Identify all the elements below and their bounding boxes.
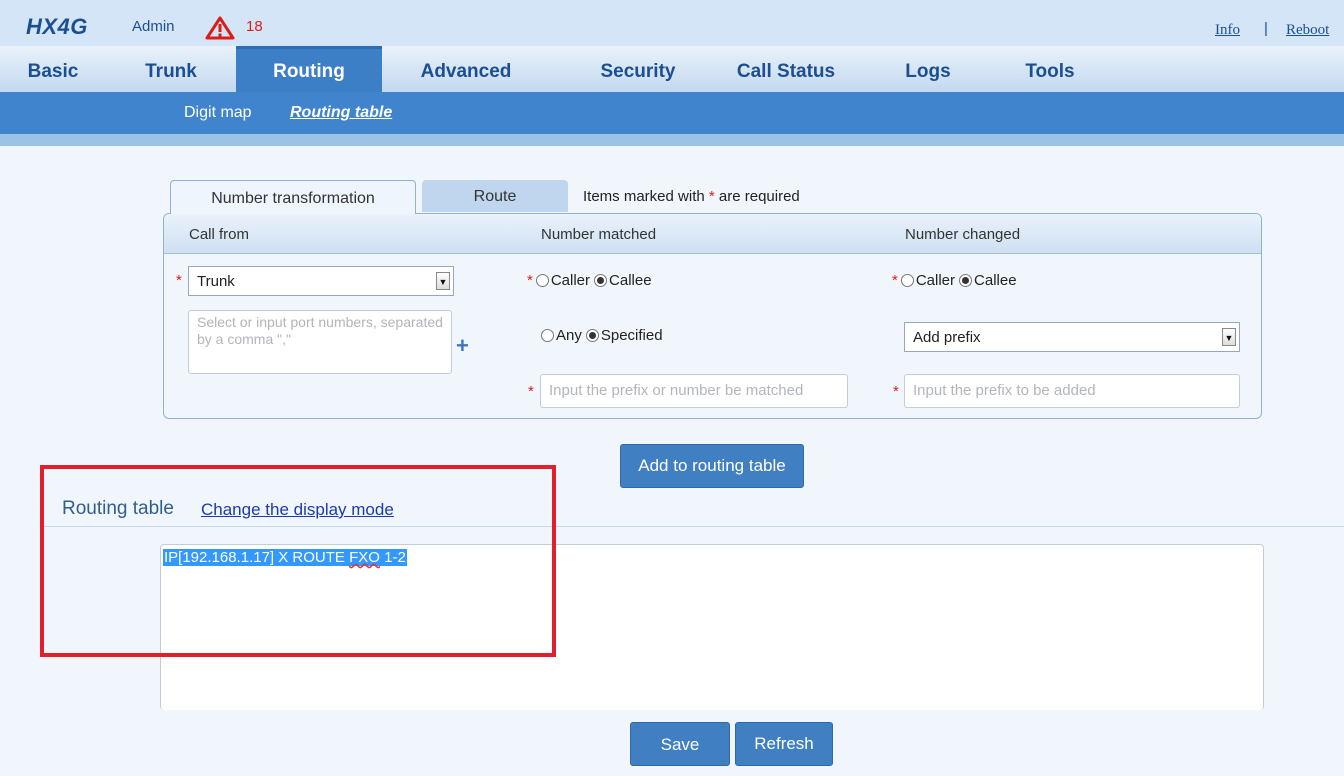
sub-nav: Digit map Routing table xyxy=(0,92,1344,134)
number-changed-value: Add prefix xyxy=(913,329,981,346)
routing-entry-suffix: 1-2 xyxy=(379,549,406,566)
alert-count-badge[interactable]: 18 xyxy=(246,18,263,35)
required-note: Items marked with * are required xyxy=(583,188,800,205)
matched-any-label: Any xyxy=(556,327,582,344)
panel-header: Call from Number matched Number changed xyxy=(164,214,1261,254)
tab-number-transformation[interactable]: Number transformation xyxy=(170,180,416,214)
subnav-routing-table[interactable]: Routing table xyxy=(290,104,392,122)
tab-advanced[interactable]: Advanced xyxy=(394,46,538,92)
chevron-down-icon[interactable]: ▼ xyxy=(1222,328,1236,346)
routing-table-textarea[interactable]: IP[192.168.1.17] X ROUTE FXO 1-2 xyxy=(160,544,1264,710)
routing-entry-prefix: IP[192.168.1.17] X ROUTE xyxy=(164,549,350,566)
tab-call-status[interactable]: Call Status xyxy=(720,46,852,92)
matched-prefix-input[interactable]: Input the prefix or number be matched xyxy=(540,374,848,408)
matched-specified-radio[interactable] xyxy=(585,329,599,342)
user-name: Admin xyxy=(132,18,175,35)
tab-security[interactable]: Security xyxy=(556,46,720,92)
tab-route[interactable]: Route xyxy=(422,180,568,212)
required-marker: * xyxy=(527,272,533,289)
changed-prefix-input[interactable]: Input the prefix to be added xyxy=(904,374,1240,408)
section-divider xyxy=(40,526,1344,527)
required-marker: * xyxy=(176,272,182,289)
changed-callee-radio[interactable] xyxy=(959,274,973,287)
tab-logs[interactable]: Logs xyxy=(872,46,984,92)
required-marker: * xyxy=(892,272,898,289)
refresh-button[interactable]: Refresh xyxy=(735,722,833,766)
number-changed-select[interactable]: Add prefix ▼ xyxy=(904,322,1240,352)
subnav-divider xyxy=(0,134,1344,146)
required-marker: * xyxy=(893,383,899,400)
matched-callee-radio[interactable] xyxy=(594,274,608,287)
routing-entry-port-type: FXO xyxy=(349,549,380,566)
reboot-link[interactable]: Reboot xyxy=(1286,22,1329,39)
call-from-value: Trunk xyxy=(197,273,235,290)
port-numbers-input[interactable]: Select or input port numbers, separated … xyxy=(188,310,452,374)
changed-caller-label: Caller xyxy=(915,272,956,289)
warning-icon[interactable] xyxy=(205,16,235,40)
routing-table-title: Routing table xyxy=(62,498,174,519)
subnav-digit-map[interactable]: Digit map xyxy=(184,104,252,122)
tab-tools[interactable]: Tools xyxy=(994,46,1106,92)
tab-trunk[interactable]: Trunk xyxy=(106,46,236,92)
matched-party-radio-group: * Caller Callee xyxy=(527,272,656,289)
tab-routing[interactable]: Routing xyxy=(236,46,382,92)
chevron-down-icon[interactable]: ▼ xyxy=(436,272,450,290)
matched-any-radio[interactable] xyxy=(541,329,554,342)
add-to-routing-table-button[interactable]: Add to routing table xyxy=(620,444,804,488)
column-number-matched: Number matched xyxy=(541,226,657,243)
info-link[interactable]: Info xyxy=(1215,22,1240,39)
changed-party-radio-group: * Caller Callee xyxy=(892,272,1021,289)
required-marker: * xyxy=(528,383,534,400)
header-separator: | xyxy=(1264,20,1268,37)
tab-basic[interactable]: Basic xyxy=(0,46,106,92)
required-note-prefix: Items marked with xyxy=(583,188,705,205)
call-from-select[interactable]: Trunk ▼ xyxy=(188,266,454,296)
changed-caller-radio[interactable] xyxy=(900,274,914,287)
matched-caller-radio[interactable] xyxy=(535,274,549,287)
plus-icon[interactable]: + xyxy=(456,333,469,359)
matched-caller-label: Caller xyxy=(550,272,591,289)
changed-callee-label: Callee xyxy=(974,272,1017,289)
required-star: * xyxy=(708,188,715,205)
matched-mode-radio-group: Any Specified xyxy=(541,327,667,344)
required-note-suffix: are required xyxy=(718,188,800,205)
change-display-mode-link[interactable]: Change the display mode xyxy=(201,500,394,520)
routing-entry: IP[192.168.1.17] X ROUTE FXO 1-2 xyxy=(163,549,407,566)
column-number-changed: Number changed xyxy=(905,226,1021,243)
brand-logo: HX4G xyxy=(26,14,88,39)
column-call-from: Call from xyxy=(189,226,250,243)
matched-callee-label: Callee xyxy=(609,272,652,289)
main-nav: Basic Trunk Routing Advanced Security Ca… xyxy=(0,46,1344,92)
top-bar: HX4G Admin 18 Info | Reboot xyxy=(0,0,1344,46)
save-button[interactable]: Save xyxy=(630,722,730,766)
matched-specified-label: Specified xyxy=(600,327,663,344)
